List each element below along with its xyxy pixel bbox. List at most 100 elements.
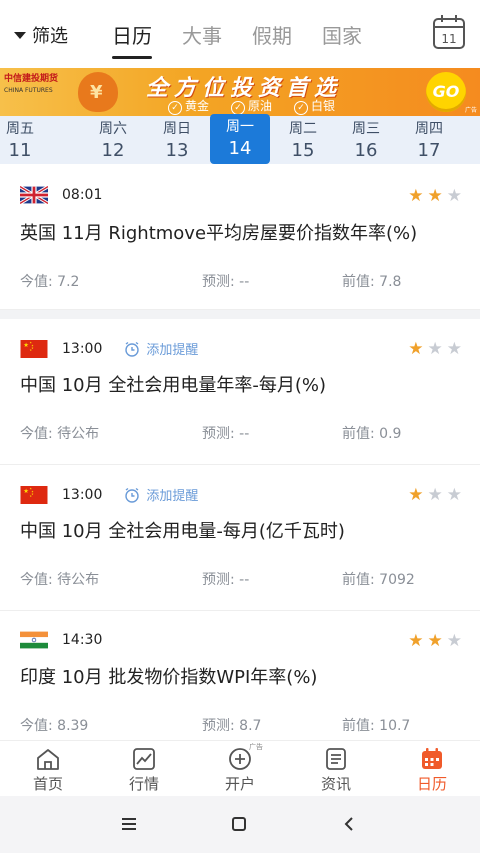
nav-open-account[interactable]: 广告 开户 xyxy=(192,741,288,797)
event-title: 印度 10月 批发物价指数WPI年率(%) xyxy=(20,667,318,688)
system-nav-bar xyxy=(0,796,480,853)
bottom-nav: 首页 行情 广告 开户 资讯 日历 xyxy=(0,740,480,797)
nav-label: 资讯 xyxy=(320,775,351,793)
date-item[interactable]: 周五 11 xyxy=(0,116,50,164)
event-time: 13:00 xyxy=(62,340,103,357)
news-doc-icon xyxy=(326,748,346,770)
event-time: 13:00 xyxy=(62,486,103,503)
nav-market[interactable]: 行情 xyxy=(96,741,192,797)
importance-stars: ★ ★ ★ xyxy=(408,487,462,504)
back-icon[interactable] xyxy=(340,816,358,832)
ad-banner[interactable]: 中信建投期货 CHINA FUTURES 全方位投资首选 黄金 原油 白银 GO… xyxy=(0,68,480,116)
event-item[interactable]: 14:30 ★ ★ ★ 印度 10月 批发物价指数WPI年率(%) 今值: 8.39… xyxy=(0,611,480,740)
nav-ad-tag: 广告 xyxy=(249,743,263,751)
event-values: 今值: 7.2 预测: -- 前值: 7.8 xyxy=(20,271,460,291)
add-reminder-button[interactable]: 添加提醒 xyxy=(124,485,198,504)
actual-value: 今值: 待公布 xyxy=(20,426,100,442)
event-values: 今值: 8.39 预测: 8.7 前值: 10.7 xyxy=(20,715,460,735)
nav-label: 日历 xyxy=(416,775,447,793)
star-icon: ★ xyxy=(408,631,424,651)
nav-home[interactable]: 首页 xyxy=(0,741,96,797)
tab-countries[interactable]: 国家 xyxy=(322,20,362,59)
date-item[interactable]: 周六 12 xyxy=(83,116,143,164)
star-icon: ★ xyxy=(408,186,424,206)
previous-value: 前值: 0.9 xyxy=(342,426,402,442)
star-icon: ★ xyxy=(427,339,443,359)
reminder-label: 添加提醒 xyxy=(146,489,199,504)
actual-value: 今值: 待公布 xyxy=(20,572,100,588)
previous-value: 前值: 10.7 xyxy=(342,718,411,734)
top-bar: 筛选 日历 大事 假期 国家 11 xyxy=(0,0,480,68)
star-icon: ★ xyxy=(408,485,424,505)
forecast-value: 预测: -- xyxy=(202,426,250,442)
date-item[interactable]: 周四 17 xyxy=(399,116,459,164)
svg-text:★: ★ xyxy=(23,488,29,495)
banner-tags: 黄金 原油 白银 xyxy=(168,97,335,115)
forecast-value: 预测: 8.7 xyxy=(202,718,262,734)
forecast-value: 预测: -- xyxy=(202,572,250,588)
calendar-picker-button[interactable]: 11 xyxy=(432,14,466,50)
banner-tag: 原油 xyxy=(231,97,272,115)
top-tabs: 日历 大事 假期 国家 xyxy=(112,20,362,59)
forecast-value: 预测: -- xyxy=(202,274,250,290)
calendar-day-number: 11 xyxy=(441,32,456,46)
event-title: 中国 10月 全社会用电量-每月(亿千瓦时) xyxy=(20,521,345,542)
tab-holidays[interactable]: 假期 xyxy=(252,20,292,59)
actual-value: 今值: 8.39 xyxy=(20,718,89,734)
star-icon: ★ xyxy=(446,339,462,359)
event-head: 14:30 xyxy=(20,631,102,649)
date-item[interactable]: 周日 13 xyxy=(147,116,207,164)
add-reminder-button[interactable]: 添加提醒 xyxy=(124,339,198,358)
dropdown-triangle-icon xyxy=(14,31,26,39)
event-time: 14:30 xyxy=(62,632,103,648)
previous-value: 前值: 7092 xyxy=(342,572,415,588)
importance-stars: ★ ★ ★ xyxy=(408,633,462,650)
india-flag-icon xyxy=(20,631,48,649)
banner-tag: 黄金 xyxy=(168,97,209,115)
star-icon: ★ xyxy=(408,339,424,359)
section-divider xyxy=(0,310,480,319)
event-head: ★ ★ ★ ★ ★ 13:00 添加提醒 xyxy=(20,485,198,504)
china-flag-icon: ★ ★ ★ ★ ★ xyxy=(20,339,48,358)
previous-value: 前值: 7.8 xyxy=(342,274,402,290)
alarm-clock-icon xyxy=(125,487,140,503)
star-icon: ★ xyxy=(427,186,443,206)
date-item[interactable]: 周三 16 xyxy=(336,116,396,164)
date-item[interactable]: 周二 15 xyxy=(273,116,333,164)
tab-calendar[interactable]: 日历 xyxy=(112,20,152,59)
calendar-icon: 11 xyxy=(433,15,465,49)
banner-tag: 白银 xyxy=(294,97,335,115)
event-item[interactable]: 08:01 ★ ★ ★ 英国 11月 Rightmove平均房屋要价指数年率(%) … xyxy=(0,166,480,310)
date-strip: 周五 11 周六 12 周日 13 周一 14 周二 15 周三 16 周四 17 xyxy=(0,114,480,164)
banner-logo: 中信建投期货 CHINA FUTURES xyxy=(4,74,59,94)
uk-flag-icon xyxy=(20,186,48,204)
nav-calendar[interactable]: 日历 xyxy=(384,741,480,797)
star-icon: ★ xyxy=(427,631,443,651)
filter-label: 筛选 xyxy=(32,26,68,47)
star-icon: ★ xyxy=(427,485,443,505)
ad-label: 广告 xyxy=(464,107,477,114)
event-list: 08:01 ★ ★ ★ 英国 11月 Rightmove平均房屋要价指数年率(%) … xyxy=(0,166,480,740)
event-title: 英国 11月 Rightmove平均房屋要价指数年率(%) xyxy=(20,223,418,244)
nav-label: 行情 xyxy=(128,775,159,793)
event-values: 今值: 待公布 预测: -- 前值: 0.9 xyxy=(20,423,460,443)
nav-label: 开户 xyxy=(224,775,255,793)
home-square-icon[interactable] xyxy=(230,816,248,832)
filter-button[interactable]: 筛选 xyxy=(14,22,68,48)
date-item-selected[interactable]: 周一 14 xyxy=(210,114,270,164)
nav-news[interactable]: 资讯 xyxy=(288,741,384,797)
event-item[interactable]: ★ ★ ★ ★ ★ 13:00 添加提醒 ★ ★ ★ 中国 10月 全社会用电量-每… xyxy=(0,465,480,611)
star-icon: ★ xyxy=(446,631,462,651)
banner-go-button[interactable]: GO xyxy=(426,72,466,112)
market-chart-icon xyxy=(133,748,155,770)
menu-icon[interactable] xyxy=(120,816,138,832)
actual-value: 今值: 7.2 xyxy=(20,274,80,290)
event-title: 中国 10月 全社会用电量年率-每月(%) xyxy=(20,375,326,396)
importance-stars: ★ ★ ★ xyxy=(408,188,462,205)
tab-major-events[interactable]: 大事 xyxy=(182,20,222,59)
event-values: 今值: 待公布 预测: -- 前值: 7092 xyxy=(20,569,460,589)
event-time: 08:01 xyxy=(62,187,103,203)
event-item[interactable]: ★ ★ ★ ★ ★ 13:00 添加提醒 ★ ★ ★ 中国 10月 全社会用电量年率… xyxy=(0,319,480,465)
china-flag-icon: ★ ★ ★ ★ ★ xyxy=(20,485,48,504)
star-icon: ★ xyxy=(446,186,462,206)
